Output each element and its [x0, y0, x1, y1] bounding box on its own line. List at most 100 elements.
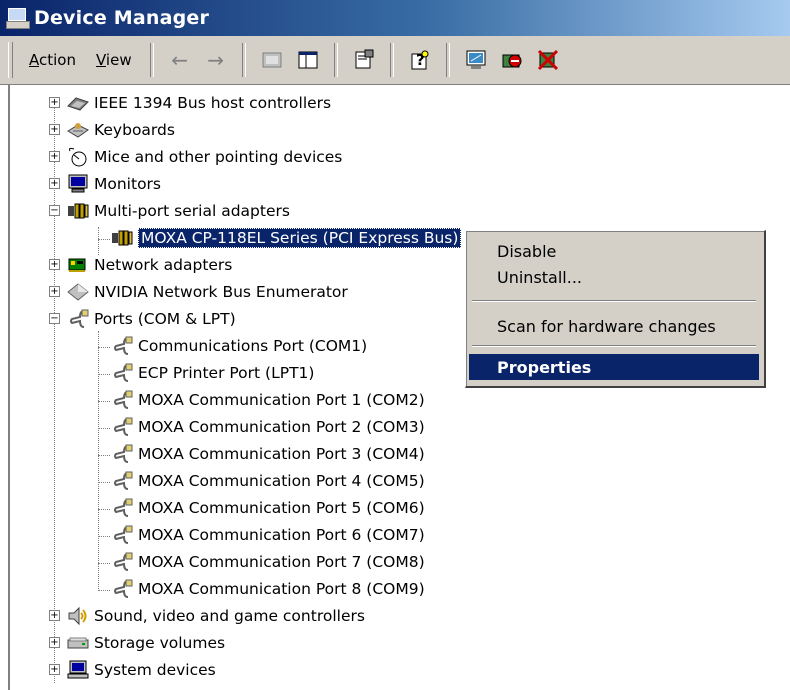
menu-item-label: Disable: [497, 241, 557, 261]
help-icon: ?: [411, 50, 429, 70]
toolbar-separator: [149, 43, 154, 77]
tree-item-sound[interactable]: Sound, video and game controllers: [66, 603, 365, 629]
collapse-button[interactable]: −: [49, 313, 60, 324]
expand-button[interactable]: +: [49, 97, 60, 108]
tree-item-lpt1[interactable]: ECP Printer Port (LPT1): [110, 360, 314, 386]
keyboard-icon: [66, 120, 90, 140]
toolbar-grip[interactable]: [8, 42, 13, 78]
drive-icon: [66, 633, 90, 653]
menu-item-properties[interactable]: Properties: [469, 354, 759, 380]
help-button[interactable]: ?: [406, 46, 434, 74]
tree-item-label: MOXA Communication Port 2 (COM3): [138, 418, 425, 436]
port-icon: [110, 498, 134, 518]
menu-item-label: Properties: [497, 357, 592, 377]
tree-connector: [98, 401, 110, 402]
tree-item-label: Network adapters: [94, 256, 233, 274]
tree-item-monitors[interactable]: Monitors: [66, 171, 161, 197]
scan-hardware-button[interactable]: [462, 46, 490, 74]
port-icon: [110, 417, 134, 437]
expand-button[interactable]: +: [49, 178, 60, 189]
toolbar: Action View ← → ?: [0, 36, 790, 85]
menu-item-disable[interactable]: Disable: [469, 238, 759, 264]
tree-connector: [98, 509, 110, 510]
up-level-button[interactable]: [258, 46, 286, 74]
network-adapter-icon: [66, 255, 90, 275]
computer-icon: [66, 660, 90, 680]
tree-connector: [98, 227, 99, 255]
diamond-icon: [66, 282, 90, 302]
tree-item-network-adapters[interactable]: Network adapters: [66, 252, 232, 278]
firewire-icon: [66, 93, 90, 113]
forward-button[interactable]: →: [202, 46, 230, 74]
tree-connector: [98, 374, 110, 375]
menu-action-accel: A: [29, 51, 39, 69]
mouse-icon: [66, 147, 90, 167]
folder-up-icon: [262, 52, 282, 68]
tree-item-com4[interactable]: MOXA Communication Port 3 (COM4): [110, 441, 425, 467]
tree-item-storage-volumes[interactable]: Storage volumes: [66, 630, 225, 656]
expand-button[interactable]: +: [49, 610, 60, 621]
tree-item-label: MOXA Communication Port 4 (COM5): [138, 472, 425, 490]
tree-item-com5[interactable]: MOXA Communication Port 4 (COM5): [110, 468, 425, 494]
expand-button[interactable]: +: [49, 286, 60, 297]
scan-hardware-icon: [466, 50, 486, 69]
expand-button[interactable]: +: [49, 151, 60, 162]
tree-item-label-selected: MOXA CP-118EL Series (PCI Express Bus): [138, 228, 462, 248]
tree-item-com7[interactable]: MOXA Communication Port 6 (COM7): [110, 522, 425, 548]
properties-button[interactable]: [350, 46, 378, 74]
tree-item-multiport-serial[interactable]: Multi-port serial adapters: [66, 198, 290, 224]
device-manager-icon: [6, 7, 30, 29]
port-icon: [110, 390, 134, 410]
tree-item-label: Mice and other pointing devices: [94, 148, 343, 166]
back-button[interactable]: ←: [166, 46, 194, 74]
port-icon: [66, 309, 90, 329]
expand-button[interactable]: +: [49, 124, 60, 135]
menu-action[interactable]: Action: [19, 47, 86, 73]
tree-item-label: MOXA Communication Port 1 (COM2): [138, 391, 425, 409]
tree-item-com8[interactable]: MOXA Communication Port 7 (COM8): [110, 549, 425, 575]
speaker-icon: [66, 606, 90, 626]
menu-view-label: iew: [105, 51, 132, 69]
tree-connector: [98, 455, 110, 456]
tree-item-system-devices[interactable]: System devices: [66, 657, 216, 683]
serial-adapter-icon: [66, 201, 90, 221]
port-icon: [110, 525, 134, 545]
menu-action-label: ction: [39, 51, 76, 69]
tree-item-label: MOXA Communication Port 3 (COM4): [138, 445, 425, 463]
tree-item-com1[interactable]: Communications Port (COM1): [110, 333, 367, 359]
context-menu: Disable Uninstall... Scan for hardware c…: [465, 230, 766, 388]
tree-connector: [98, 239, 110, 240]
tree-item-com6[interactable]: MOXA Communication Port 5 (COM6): [110, 495, 425, 521]
tree-item-label: System devices: [94, 661, 216, 679]
disable-device-button[interactable]: [498, 46, 526, 74]
toolbar-separator: [445, 43, 450, 77]
tree-item-ports[interactable]: Ports (COM & LPT): [66, 306, 236, 332]
tree-item-mice[interactable]: Mice and other pointing devices: [66, 144, 342, 170]
show-hide-tree-button[interactable]: [294, 46, 322, 74]
tree-item-label: MOXA Communication Port 8 (COM9): [138, 580, 425, 598]
expand-button[interactable]: +: [49, 664, 60, 675]
tree-connector: [98, 347, 110, 348]
tree-item-label: Sound, video and game controllers: [94, 607, 365, 625]
menu-separator: [472, 345, 756, 347]
expand-button[interactable]: +: [49, 259, 60, 270]
menu-item-uninstall[interactable]: Uninstall...: [469, 264, 759, 290]
tree-item-com9[interactable]: MOXA Communication Port 8 (COM9): [110, 576, 425, 602]
port-icon: [110, 552, 134, 572]
expand-button[interactable]: +: [49, 637, 60, 648]
tree-connector: [98, 590, 110, 591]
toolbar-separator: [241, 43, 246, 77]
tree-item-nvidia-enumerator[interactable]: NVIDIA Network Bus Enumerator: [66, 279, 348, 305]
menu-view[interactable]: View: [86, 47, 142, 73]
window-title: Device Manager: [34, 7, 210, 29]
menu-item-scan-hardware[interactable]: Scan for hardware changes: [469, 313, 759, 339]
collapse-button[interactable]: −: [49, 205, 60, 216]
tree-item-com2[interactable]: MOXA Communication Port 1 (COM2): [110, 387, 425, 413]
tree-item-ieee1394[interactable]: IEEE 1394 Bus host controllers: [66, 90, 331, 116]
uninstall-device-button[interactable]: [534, 46, 562, 74]
tree-item-keyboards[interactable]: Keyboards: [66, 117, 175, 143]
tree-item-com3[interactable]: MOXA Communication Port 2 (COM3): [110, 414, 425, 440]
toolbar-separator: [333, 43, 338, 77]
tree-item-moxa-cp118el[interactable]: MOXA CP-118EL Series (PCI Express Bus): [110, 225, 462, 251]
port-icon: [110, 363, 134, 383]
